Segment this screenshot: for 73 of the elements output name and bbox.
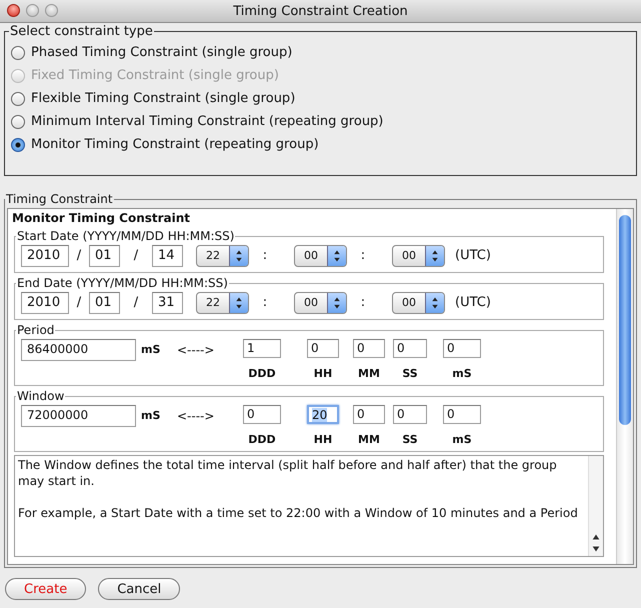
duration-field[interactable]: 0 [443, 405, 481, 424]
scroll-up-icon[interactable] [591, 532, 601, 542]
description-paragraph: The Window defines the total time interval (split half before and half after) that the group may start in. [18, 457, 558, 489]
second-spinner[interactable]: 00 [392, 292, 445, 314]
field-label: SS [402, 367, 418, 380]
radio-label[interactable]: Minimum Interval Timing Constraint (repeating group) [31, 114, 384, 129]
scrollbar[interactable] [616, 209, 633, 564]
separator: : [360, 248, 366, 263]
separator: / [76, 248, 82, 263]
timezone-label: (UTC) [455, 248, 491, 263]
year-field[interactable]: 2010 [21, 245, 69, 267]
year-field[interactable]: 2010 [21, 292, 69, 314]
hour-spinner[interactable]: 22 [196, 245, 249, 267]
separator: / [132, 295, 140, 310]
field-label: HH [314, 367, 332, 380]
radio-button[interactable] [11, 92, 25, 106]
field-label: MM [358, 433, 380, 446]
field-label: DDD [248, 367, 276, 380]
duration-field[interactable]: 20 [307, 405, 339, 424]
month-field[interactable]: 01 [89, 245, 120, 267]
duration-field[interactable]: 0 [353, 339, 385, 358]
arrow-label: <----> [177, 343, 216, 357]
minute-spinner[interactable]: 00 [294, 245, 347, 267]
separator: : [262, 248, 268, 263]
unit-label: mS [141, 343, 161, 356]
field-label: mS [452, 433, 472, 446]
group-legend: Start Date (YYYY/MM/DD HH:MM:SS) [16, 229, 236, 243]
day-field[interactable]: 31 [152, 292, 183, 314]
section-heading: Monitor Timing Constraint [12, 211, 192, 225]
separator: / [132, 248, 140, 263]
scrollbar-thumb[interactable] [619, 215, 631, 425]
radio-button[interactable] [11, 46, 25, 60]
duration-field[interactable]: 0 [353, 405, 385, 424]
month-field[interactable]: 01 [89, 292, 120, 314]
field-label: HH [314, 433, 332, 446]
minute-spinner[interactable]: 00 [294, 292, 347, 314]
group-legend: Period [16, 323, 56, 337]
field-label: MM [358, 367, 380, 380]
description-paragraph: For example, a Start Date with a time set to 22:00 with a Window of 10 minutes and a Period [18, 505, 579, 521]
duration-field[interactable]: 0 [393, 405, 427, 424]
group-legend: Timing Constraint [5, 192, 114, 206]
radio-button[interactable] [11, 138, 25, 152]
milliseconds-field[interactable]: 86400000 [21, 339, 136, 361]
separator: : [262, 295, 268, 310]
group-legend: End Date (YYYY/MM/DD HH:MM:SS) [16, 276, 229, 290]
second-spinner[interactable]: 00 [392, 245, 445, 267]
unit-label: mS [141, 409, 161, 422]
scroll-down-icon[interactable] [591, 544, 601, 554]
arrow-label: <----> [177, 409, 216, 423]
duration-field[interactable]: 0 [243, 405, 281, 424]
cancel-button[interactable]: Cancel [98, 578, 180, 600]
close-icon[interactable] [7, 4, 20, 17]
duration-field[interactable]: 0 [307, 339, 339, 358]
group-legend: Select constraint type [9, 24, 154, 39]
hour-spinner[interactable]: 22 [196, 292, 249, 314]
window-title: Timing Constraint Creation [233, 4, 408, 18]
duration-field[interactable]: 1 [243, 339, 281, 358]
day-field[interactable]: 14 [152, 245, 183, 267]
timezone-label: (UTC) [455, 295, 491, 310]
radio-button[interactable] [11, 114, 25, 128]
create-button[interactable]: Create [5, 578, 86, 600]
radio-label[interactable]: Flexible Timing Constraint (single group) [31, 91, 296, 106]
duration-field[interactable]: 0 [443, 339, 481, 358]
group-legend: Window [16, 389, 66, 403]
field-label: SS [402, 433, 418, 446]
field-label: mS [452, 367, 472, 380]
radio-label[interactable]: Monitor Timing Constraint (repeating group) [31, 137, 319, 152]
field-label: DDD [248, 433, 276, 446]
milliseconds-field[interactable]: 72000000 [21, 405, 136, 427]
radio-label[interactable]: Phased Timing Constraint (single group) [31, 45, 292, 60]
separator: : [360, 295, 366, 310]
separator: / [76, 295, 82, 310]
duration-field[interactable]: 0 [393, 339, 427, 358]
